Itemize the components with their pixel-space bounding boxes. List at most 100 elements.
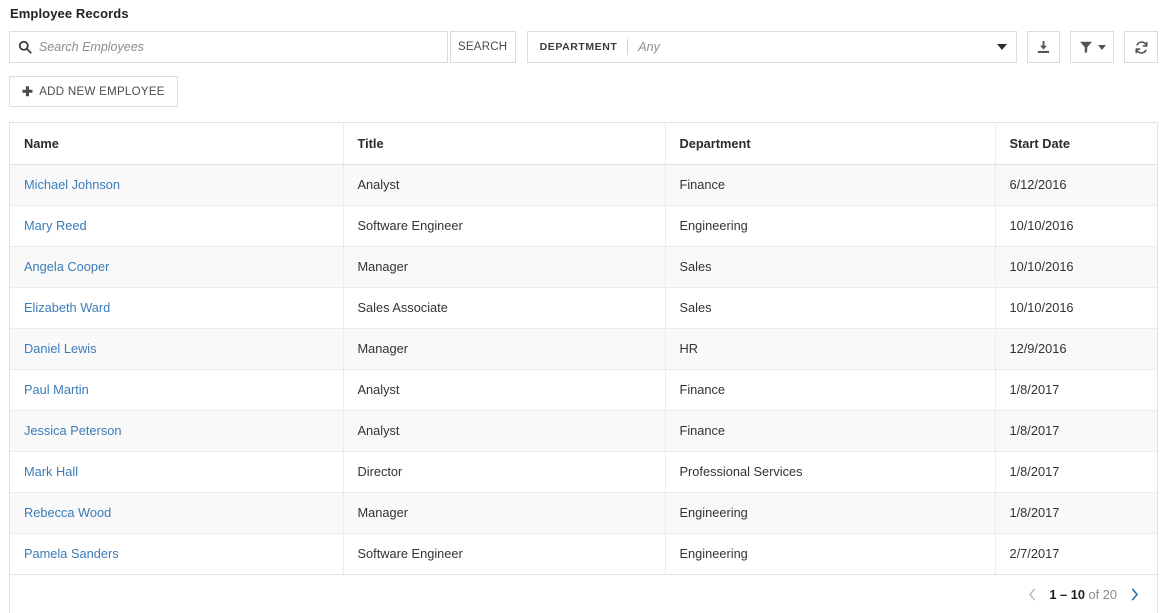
column-header-start-date[interactable]: Start Date <box>995 123 1157 165</box>
cell-department: HR <box>665 328 996 370</box>
cell-name: Daniel Lewis <box>10 328 344 370</box>
pagination-label: 1 – 10 of 20 <box>1049 587 1117 602</box>
funnel-icon <box>1079 40 1093 54</box>
department-filter-value: Any <box>638 40 660 54</box>
employee-name-link[interactable]: Elizabeth Ward <box>24 300 110 315</box>
cell-start-date: 12/9/2016 <box>995 328 1157 370</box>
cell-title: Software Engineer <box>343 205 666 247</box>
column-header-name[interactable]: Name <box>10 123 344 165</box>
cell-name: Jessica Peterson <box>10 410 344 452</box>
cell-name: Mark Hall <box>10 451 344 493</box>
cell-title: Software Engineer <box>343 533 666 575</box>
column-header-department[interactable]: Department <box>665 123 996 165</box>
download-icon <box>1036 40 1051 55</box>
cell-start-date: 10/10/2016 <box>995 246 1157 288</box>
employee-name-link[interactable]: Daniel Lewis <box>24 341 97 356</box>
cell-start-date: 10/10/2016 <box>995 287 1157 329</box>
employee-name-link[interactable]: Mark Hall <box>24 464 78 479</box>
cell-department: Engineering <box>665 492 996 534</box>
employee-name-link[interactable]: Pamela Sanders <box>24 546 119 561</box>
table-row[interactable]: Jessica Peterson Analyst Finance 1/8/201… <box>10 410 1157 452</box>
column-header-title[interactable]: Title <box>343 123 666 165</box>
refresh-icon <box>1134 40 1149 55</box>
cell-start-date: 1/8/2017 <box>995 410 1157 452</box>
toolbar: SEARCH DEPARTMENT Any <box>9 31 1159 63</box>
cell-title: Manager <box>343 246 666 288</box>
chevron-right-icon[interactable] <box>1123 583 1145 605</box>
chevron-down-icon <box>996 44 1007 50</box>
cell-title: Director <box>343 451 666 493</box>
table-row[interactable]: Mary Reed Software Engineer Engineering … <box>10 205 1157 247</box>
chevron-down-icon <box>1097 44 1106 50</box>
table-body: Michael Johnson Analyst Finance 6/12/201… <box>10 164 1157 575</box>
cell-department: Engineering <box>665 205 996 247</box>
cell-department: Finance <box>665 410 996 452</box>
search-group: SEARCH <box>9 31 516 63</box>
cell-department: Finance <box>665 164 996 206</box>
cell-title: Analyst <box>343 369 666 411</box>
table-row[interactable]: Rebecca Wood Manager Engineering 1/8/201… <box>10 492 1157 534</box>
employee-name-link[interactable]: Rebecca Wood <box>24 505 111 520</box>
cell-start-date: 10/10/2016 <box>995 205 1157 247</box>
download-button[interactable] <box>1026 31 1061 63</box>
page-title: Employee Records <box>10 6 129 21</box>
cell-name: Mary Reed <box>10 205 344 247</box>
table-footer: 1 – 10 of 20 <box>10 574 1157 613</box>
cell-title: Analyst <box>343 164 666 206</box>
cell-department: Professional Services <box>665 451 996 493</box>
add-new-employee-button[interactable]: ✚ ADD NEW EMPLOYEE <box>9 76 178 107</box>
cell-title: Manager <box>343 328 666 370</box>
search-button[interactable]: SEARCH <box>449 31 516 63</box>
table-row[interactable]: Angela Cooper Manager Sales 10/10/2016 <box>10 246 1157 288</box>
cell-name: Rebecca Wood <box>10 492 344 534</box>
table-row[interactable]: Mark Hall Director Professional Services… <box>10 451 1157 493</box>
cell-start-date: 1/8/2017 <box>995 451 1157 493</box>
search-box[interactable] <box>9 31 448 63</box>
cell-name: Paul Martin <box>10 369 344 411</box>
cell-name: Elizabeth Ward <box>10 287 344 329</box>
table-row[interactable]: Pamela Sanders Software Engineer Enginee… <box>10 533 1157 575</box>
plus-icon: ✚ <box>22 84 34 99</box>
pagination: 1 – 10 of 20 <box>1021 583 1145 605</box>
cell-department: Engineering <box>665 533 996 575</box>
cell-start-date: 1/8/2017 <box>995 369 1157 411</box>
search-icon <box>18 40 32 54</box>
table-row[interactable]: Daniel Lewis Manager HR 12/9/2016 <box>10 328 1157 370</box>
field-divider <box>627 39 629 55</box>
employee-name-link[interactable]: Michael Johnson <box>24 177 120 192</box>
employee-name-link[interactable]: Mary Reed <box>24 218 87 233</box>
cell-title: Analyst <box>343 410 666 452</box>
cell-department: Finance <box>665 369 996 411</box>
employee-name-link[interactable]: Paul Martin <box>24 382 89 397</box>
cell-name: Pamela Sanders <box>10 533 344 575</box>
table-row[interactable]: Paul Martin Analyst Finance 1/8/2017 <box>10 369 1157 411</box>
cell-start-date: 1/8/2017 <box>995 492 1157 534</box>
filter-button[interactable] <box>1070 31 1115 63</box>
employee-records-page: Employee Records SEARCH DEPARTMENT Any <box>0 0 1167 613</box>
cell-start-date: 2/7/2017 <box>995 533 1157 575</box>
cell-name: Michael Johnson <box>10 164 344 206</box>
add-new-employee-label: ADD NEW EMPLOYEE <box>39 85 165 98</box>
employee-name-link[interactable]: Jessica Peterson <box>24 423 121 438</box>
cell-department: Sales <box>665 246 996 288</box>
cell-name: Angela Cooper <box>10 246 344 288</box>
cell-start-date: 6/12/2016 <box>995 164 1157 206</box>
pagination-range: 1 – 10 <box>1049 586 1085 602</box>
employee-name-link[interactable]: Angela Cooper <box>24 259 109 274</box>
search-input[interactable] <box>39 37 439 57</box>
cell-title: Manager <box>343 492 666 534</box>
pagination-total: of 20 <box>1084 586 1117 602</box>
department-filter-label: DEPARTMENT <box>539 41 618 53</box>
cell-title: Sales Associate <box>343 287 666 329</box>
cell-department: Sales <box>665 287 996 329</box>
department-filter-select[interactable]: DEPARTMENT Any <box>526 31 1017 63</box>
refresh-button[interactable] <box>1124 31 1159 63</box>
employee-table-card: Name Title Department Start Date Michael… <box>9 122 1158 613</box>
chevron-left-icon[interactable] <box>1021 583 1043 605</box>
add-row: ✚ ADD NEW EMPLOYEE <box>9 76 178 107</box>
employee-table: Name Title Department Start Date Michael… <box>10 123 1157 575</box>
table-row[interactable]: Michael Johnson Analyst Finance 6/12/201… <box>10 164 1157 206</box>
table-header-row: Name Title Department Start Date <box>10 123 1157 165</box>
table-row[interactable]: Elizabeth Ward Sales Associate Sales 10/… <box>10 287 1157 329</box>
table-header: Name Title Department Start Date <box>10 123 1157 165</box>
